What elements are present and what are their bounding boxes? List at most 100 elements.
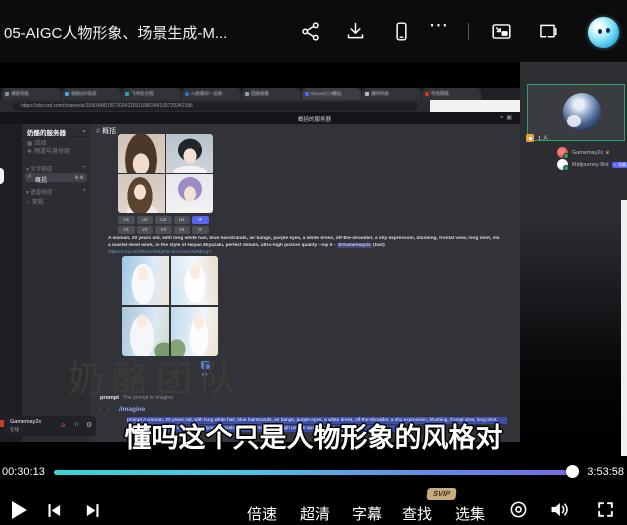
refresh-button[interactable]: ⟳ (192, 226, 209, 234)
tab-favicon-discord (305, 92, 309, 96)
browser-tab[interactable]: 课时列表 (362, 88, 421, 100)
v1-button[interactable]: V1 (118, 226, 135, 234)
control-bar: 倍速 超清 字幕 查找 SVIP 选集 (0, 485, 627, 525)
bot-command-avatar (100, 405, 109, 414)
presenter-avatar (563, 93, 601, 131)
browser-tab-discord[interactable]: Discord | #概括 (302, 88, 361, 100)
server-header[interactable]: 奶酪的服务器 ⌄ (22, 124, 90, 137)
online-count: 1 人 (526, 134, 548, 142)
volume-icon[interactable] (548, 499, 570, 520)
episodes-button[interactable]: 选集 (455, 503, 485, 524)
tab-favicon (125, 92, 129, 96)
imagine-command[interactable]: /imagine (119, 406, 145, 413)
picture-in-picture-icon[interactable] (491, 21, 512, 42)
u4-button[interactable]: U4 (174, 216, 191, 224)
sidebar-item-channels-roles[interactable]: ❖频道与身份组 (27, 146, 70, 155)
hash-icon: # (28, 174, 31, 180)
category-voice-channels[interactable]: ▾ 语音频道 (26, 188, 52, 196)
bot-badge: ✓ 机器人 (612, 162, 627, 168)
channel-item-selected[interactable]: # 概括 ⊕⚙ (25, 173, 87, 182)
caret-icon: ▾ (26, 190, 29, 196)
member-list-column: 1 人 Gamemay2x ♛ Midjourney Bot ✓ 机器人 (520, 62, 627, 456)
danmaku-settings-icon[interactable] (509, 500, 528, 519)
generated-image-8[interactable] (171, 307, 218, 356)
invite-and-settings-icons[interactable]: ⊕⚙ (74, 175, 85, 181)
fullscreen-icon[interactable] (596, 500, 615, 519)
browser-tab[interactable]: 课程导航 (2, 88, 61, 100)
generated-image-2[interactable] (166, 134, 213, 173)
midjourney-image-grid-2[interactable] (122, 256, 218, 356)
tab-favicon (425, 92, 429, 96)
member-row-owner[interactable]: Gamemay2x ♛ (557, 147, 610, 158)
discord-window-strip: 概括的服务器 ⌖▣ (0, 112, 520, 124)
video-player-window: 05-AIGC人物形象、场景生成-M... ⋯ 课程导航 视频分P目录 (0, 0, 627, 525)
mobile-phone-icon[interactable] (391, 21, 412, 42)
progress-bar[interactable] (54, 470, 568, 476)
share-icon[interactable] (300, 21, 321, 42)
generated-image-5[interactable] (122, 256, 169, 305)
v3-button[interactable]: V3 (155, 226, 172, 234)
quality-button[interactable]: 超清 (300, 503, 330, 524)
browser-tab[interactable]: 夸克网盘 (422, 88, 481, 100)
speed-button[interactable]: 倍速 (247, 503, 277, 524)
reroll-button[interactable]: ⟳ (192, 216, 209, 224)
pin-and-members-icons[interactable]: ⌖▣ (500, 114, 515, 122)
previous-episode-button[interactable] (46, 502, 63, 519)
team-watermark: 奶酪团队 (68, 350, 244, 402)
browser-tab[interactable]: 视频分P目录 (62, 88, 121, 100)
tab-favicon (365, 92, 369, 96)
u3-button[interactable]: U3 (155, 216, 172, 224)
subtitles-button[interactable]: 字幕 (352, 503, 382, 524)
tab-favicon (5, 92, 9, 96)
v4-button[interactable]: V4 (174, 226, 191, 234)
video-title: 05-AIGC人物形象、场景生成-M... (4, 22, 227, 43)
more-options-icon[interactable]: ⋯ (429, 14, 449, 37)
generated-image-7[interactable] (122, 307, 169, 356)
current-time: 00:30:13 (2, 466, 45, 478)
attachment-link[interactable]: https://s.mj.run/vRHzeXbKpFw-JKrAUxvVzwR… (108, 249, 278, 254)
variation-button-row: V1 V2 V3 V4 ⟳ (118, 226, 209, 234)
user-mention[interactable]: @Gamemay2x (337, 243, 372, 248)
owner-crown-icon: ♛ (605, 150, 609, 156)
upscale-button-row: U1 U2 U3 U4 ⟳ (118, 216, 209, 224)
generated-image-1[interactable] (118, 134, 165, 173)
generated-image-3[interactable] (118, 174, 165, 213)
channel-header: #概括 (96, 126, 116, 136)
browser-tab[interactable]: 飞书云文档 (122, 88, 181, 100)
category-text-channels[interactable]: ▾ 文字频道 (26, 165, 52, 173)
progress-knob[interactable] (566, 465, 579, 478)
tab-favicon (245, 92, 249, 96)
avatar-eye (606, 28, 610, 33)
member-row-bot[interactable]: Midjourney Bot ✓ 机器人 (557, 159, 627, 170)
play-button[interactable] (9, 499, 29, 521)
screen-cast-icon[interactable] (537, 21, 558, 42)
channel-name: 概括 (35, 175, 47, 184)
speaker-icon: ♪ (27, 200, 30, 206)
midjourney-image-grid-1[interactable] (118, 134, 213, 213)
svip-badge: SVIP (426, 488, 456, 500)
member-avatar (557, 159, 568, 170)
voice-channel-item[interactable]: ♪常规 (27, 197, 44, 206)
generated-image-6[interactable] (171, 256, 218, 305)
user-avatar[interactable] (588, 17, 619, 48)
server-name: 奶酪的服务器 (27, 127, 66, 137)
browser-tab[interactable]: AI关键词一览表 (182, 88, 241, 100)
add-voice-channel-icon[interactable]: + (82, 188, 86, 194)
progress-row: 00:30:13 3:53:58 (0, 456, 627, 485)
tab-favicon (65, 92, 69, 96)
browser-tab[interactable]: 回放观看 (242, 88, 301, 100)
address-input[interactable]: https://discord.com/channels/10903481057… (13, 102, 418, 111)
active-server-indicator (0, 168, 4, 184)
u1-button[interactable]: U1 (118, 216, 135, 224)
title-bar: 05-AIGC人物形象、场景生成-M... ⋯ (0, 0, 627, 62)
find-button[interactable]: 查找 (402, 503, 432, 524)
next-episode-button[interactable] (84, 502, 101, 519)
generated-image-4[interactable] (166, 174, 213, 213)
v2-button[interactable]: V2 (137, 226, 154, 234)
member-avatar (557, 147, 568, 158)
online-count-label: 1 人 (538, 134, 548, 142)
add-channel-icon[interactable]: + (82, 165, 86, 171)
download-icon[interactable] (345, 21, 366, 42)
u2-button[interactable]: U2 (137, 216, 154, 224)
browser-tab-bar: 课程导航 视频分P目录 飞书云文档 AI关键词一览表 回放观看 Discord … (0, 88, 520, 100)
